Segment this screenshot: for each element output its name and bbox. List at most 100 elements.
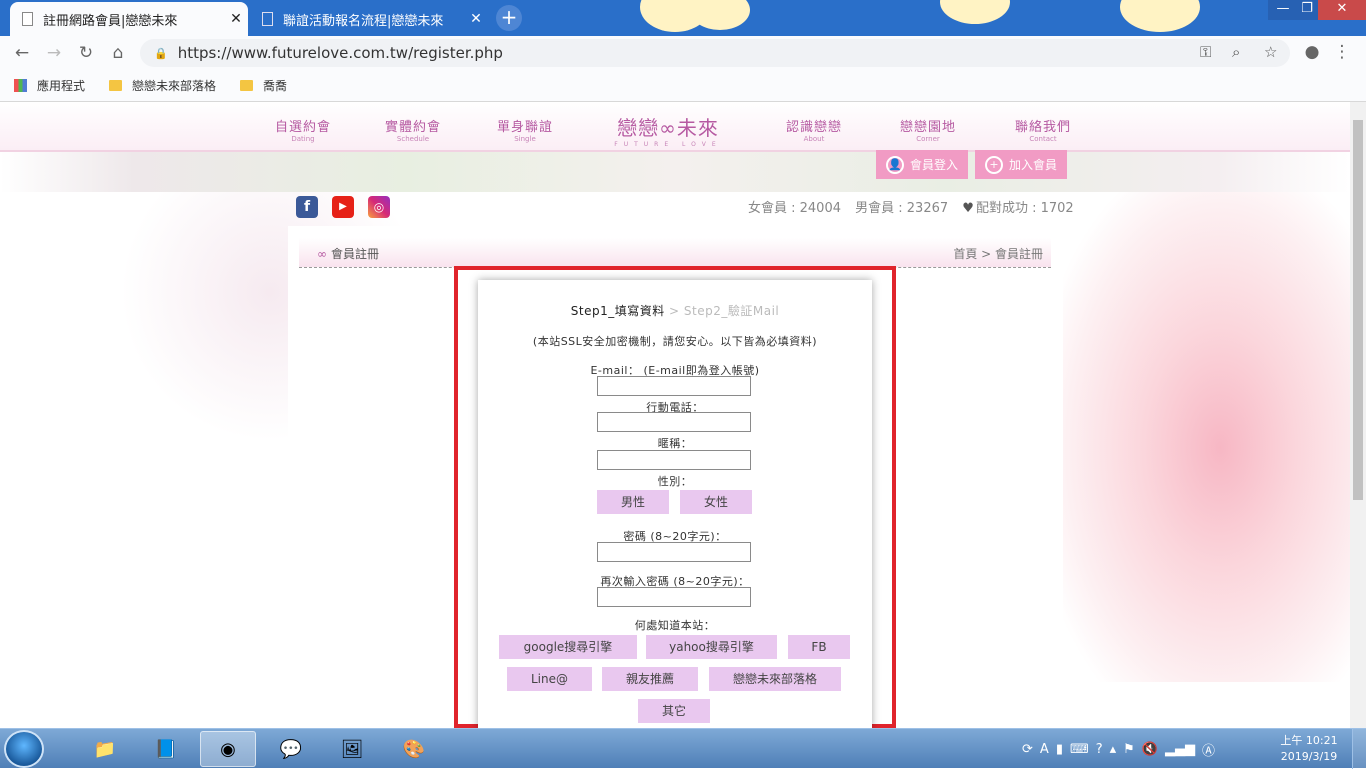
tab-title: 聯誼活動報名流程|戀戀未來 — [283, 13, 444, 29]
clock-time: 上午 10:21 — [1280, 734, 1338, 747]
nav-single[interactable]: 單身聯誼 Single — [492, 116, 558, 143]
step-indicator: Step1_填寫資料 > Step2_驗証Mail — [478, 302, 872, 319]
tab-register[interactable]: 註冊網路會員|戀戀未來 ✕ — [10, 2, 248, 36]
folder-icon — [109, 80, 123, 91]
nav-label: 聯絡我們 — [1014, 120, 1071, 135]
home-icon[interactable]: ⌂ — [102, 43, 134, 63]
source-other-button[interactable]: 其它 — [638, 699, 710, 723]
page-title: ∞ 會員註冊 — [317, 245, 379, 262]
male-count: 男會員 : 23267 — [855, 201, 949, 216]
help-icon[interactable]: ? — [1096, 742, 1103, 757]
tray-arrow-icon[interactable]: ▴ — [1110, 742, 1117, 757]
keyboard-icon[interactable]: ⌨ — [1070, 742, 1089, 757]
key-icon[interactable]: ⚿ — [1200, 43, 1211, 61]
star-icon[interactable]: ☆ — [1264, 43, 1277, 61]
instagram-icon[interactable]: ◎ — [368, 196, 390, 218]
nav-sublabel: Single — [514, 135, 536, 143]
zoom-icon[interactable]: ⌕ — [1232, 43, 1240, 61]
bookmark-blog[interactable]: 戀戀未來部落格 — [109, 77, 216, 94]
facebook-icon[interactable]: f — [296, 196, 318, 218]
email-field[interactable] — [597, 376, 751, 396]
close-window-button[interactable]: ✕ — [1318, 0, 1366, 20]
ime-mode-icon[interactable]: ▮ — [1056, 742, 1063, 757]
page-icon — [22, 12, 33, 26]
address-bar[interactable]: 🔒 https://www.futurelove.com.tw/register… — [140, 39, 1290, 67]
explorer-icon[interactable]: 📁 — [77, 731, 133, 767]
bookmark-qiaoqiao[interactable]: 喬喬 — [240, 77, 287, 94]
phone-field[interactable] — [597, 412, 751, 432]
apps-icon — [14, 79, 27, 92]
nav-about[interactable]: 認識戀戀 About — [781, 116, 847, 143]
windows-taskbar: 📁 📘 ◉ 💬 🖼 🎨 ⟳ A ▮ ⌨ ? ▴ ⚑ 🔇 ▂▄▆ Ⓐ 上午 10:… — [0, 728, 1366, 769]
nav-sublabel: Contact — [1029, 135, 1057, 143]
nav-label: 認識戀戀 — [785, 120, 842, 135]
scroll-thumb[interactable] — [1353, 120, 1363, 500]
menu-icon[interactable]: ⋮ — [1326, 42, 1358, 62]
close-tab-icon[interactable]: ✕ — [464, 11, 488, 27]
back-icon[interactable]: ← — [6, 43, 38, 63]
nav-corner[interactable]: 戀戀園地 Corner — [895, 116, 961, 143]
site-logo[interactable]: 戀戀∞未來 FUTURE LOVE — [608, 112, 728, 148]
breadcrumb-path[interactable]: 首頁 > 會員註冊 — [953, 245, 1043, 262]
button-label: 加入會員 — [1009, 158, 1058, 172]
line-icon[interactable]: 💬 — [263, 731, 319, 767]
nav-sublabel: Corner — [916, 135, 940, 143]
start-button[interactable] — [4, 730, 44, 768]
antivirus-icon[interactable]: Ⓐ — [1202, 740, 1215, 759]
tab-strip: 註冊網路會員|戀戀未來 ✕ 聯誼活動報名流程|戀戀未來 ✕ + — ❐ ✕ — [0, 0, 1366, 36]
reload-icon[interactable]: ↻ — [70, 43, 102, 63]
add-user-icon: + — [985, 155, 1003, 174]
ssl-notice: (本站SSL安全加密機制，請您安心。以下皆為必填資料) — [532, 335, 818, 348]
nav-dating[interactable]: 自選約會 Dating — [270, 116, 336, 143]
nav-sublabel: About — [803, 135, 825, 143]
new-tab-button[interactable]: + — [496, 5, 522, 31]
source-line-button[interactable]: Line@ — [507, 667, 592, 691]
web-page: 自選約會 Dating 實體約會 Schedule 單身聯誼 Single 戀戀… — [0, 102, 1350, 728]
tab-event-process[interactable]: 聯誼活動報名流程|戀戀未來 ✕ — [250, 2, 488, 36]
source-friend-button[interactable]: 親友推薦 — [602, 667, 698, 691]
flag-icon[interactable]: ⚑ — [1123, 742, 1135, 757]
chrome-icon[interactable]: ◉ — [200, 731, 256, 767]
system-clock[interactable]: 上午 10:21 2019/3/19 — [1272, 733, 1346, 765]
url-text: https://www.futurelove.com.tw/register.p… — [177, 44, 503, 62]
step2-label: Step2_驗証Mail — [683, 304, 780, 318]
nav-schedule[interactable]: 實體約會 Schedule — [380, 116, 446, 143]
close-tab-icon[interactable]: ✕ — [224, 11, 248, 27]
source-google-button[interactable]: google搜尋引擎 — [499, 635, 637, 659]
gender-female-button[interactable]: 女性 — [680, 490, 752, 514]
notepad-icon[interactable]: 📘 — [138, 731, 194, 767]
bookmark-apps[interactable]: 應用程式 — [14, 77, 85, 94]
volume-icon[interactable]: 🔇 — [1142, 742, 1158, 757]
gender-male-button[interactable]: 男性 — [597, 490, 669, 514]
nav-contact[interactable]: 聯絡我們 Contact — [1010, 116, 1076, 143]
show-desktop-button[interactable] — [1352, 729, 1366, 769]
system-tray: ⟳ A ▮ ⌨ ? ▴ ⚑ 🔇 ▂▄▆ Ⓐ — [1022, 737, 1222, 761]
sync-icon[interactable]: ⟳ — [1022, 742, 1033, 757]
member-login-button[interactable]: 👤 會員登入 — [876, 150, 969, 179]
infinity-icon: ∞ — [317, 247, 327, 261]
paint-icon[interactable]: 🎨 — [386, 731, 442, 767]
bookmark-label: 喬喬 — [263, 79, 288, 93]
source-blog-button[interactable]: 戀戀未來部落格 — [709, 667, 841, 691]
nav-label: 自選約會 — [274, 120, 331, 135]
youtube-icon[interactable]: ▶ — [332, 196, 354, 218]
password-confirm-field[interactable] — [597, 587, 751, 607]
user-icon: 👤 — [886, 155, 904, 174]
page-scrollbar[interactable] — [1350, 102, 1366, 728]
matched-count: 配對成功 : 1702 — [975, 201, 1074, 216]
account-icon[interactable]: ● — [1296, 42, 1328, 62]
photo-viewer-icon[interactable]: 🖼 — [324, 731, 380, 767]
logo-text: 戀戀∞未來 — [617, 116, 719, 140]
nickname-field[interactable] — [597, 450, 751, 470]
logo-subtext: FUTURE LOVE — [614, 141, 722, 148]
source-fb-button[interactable]: FB — [788, 635, 850, 659]
button-label: 會員登入 — [910, 158, 959, 172]
password-field[interactable] — [597, 542, 751, 562]
join-member-button[interactable]: + 加入會員 — [975, 150, 1068, 179]
ime-icon[interactable]: A — [1040, 742, 1049, 757]
source-yahoo-button[interactable]: yahoo搜尋引擎 — [646, 635, 777, 659]
signal-icon[interactable]: ▂▄▆ — [1165, 742, 1195, 757]
forward-icon[interactable]: → — [38, 43, 70, 63]
nickname-label: 暱稱： — [657, 437, 693, 450]
clock-date: 2019/3/19 — [1280, 750, 1338, 763]
